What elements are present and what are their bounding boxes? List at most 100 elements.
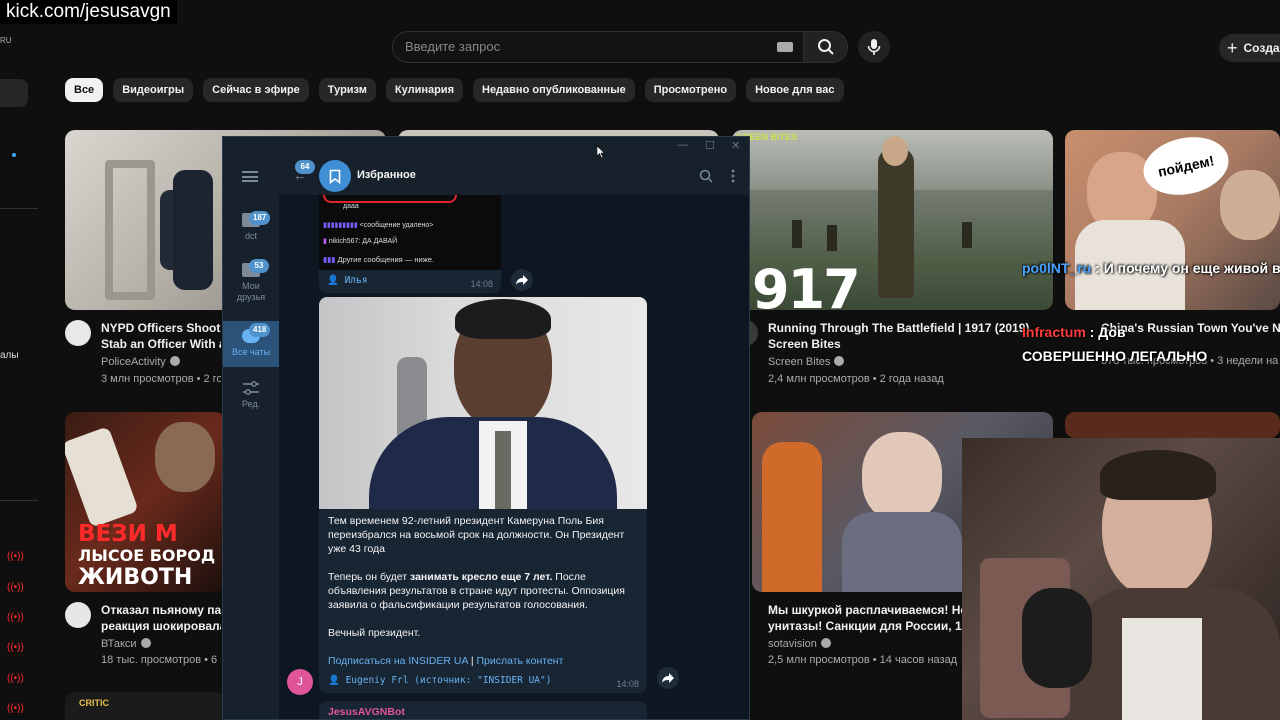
video-title[interactable]: унитазы! Санкции для России, 19 xyxy=(768,618,962,634)
video-title[interactable]: Running Through The Battlefield | 1917 (… xyxy=(768,320,1030,336)
thumbnail-text-line: ЖИВОТН xyxy=(78,565,193,590)
thumbnail-text: ВЕЗИ М ЛЫСОЕ БОРОД ЖИВОТН xyxy=(78,521,215,591)
video-meta: 2,4 млн просмотров • 2 года назад xyxy=(768,373,944,385)
folder-label: dct xyxy=(244,231,257,241)
screenshot-line-text: nikich567: ДА ДАВАЙ xyxy=(328,238,398,245)
keyboard-icon[interactable] xyxy=(777,42,793,52)
chip-video-games[interactable]: Видеоигры xyxy=(113,78,194,102)
mouse-cursor-icon xyxy=(597,146,605,158)
chat-message: po0lNT_ru : И почему он еще живой в 92 xyxy=(1022,256,1280,280)
forwarded-from[interactable]: 👤 Илья xyxy=(327,275,367,286)
thumbnail-text: 917 xyxy=(752,258,861,321)
unread-badge: 418 xyxy=(249,323,271,337)
forwarded-from[interactable]: 👤 Eugeniy Frl (источник: "INSIDER UA") xyxy=(328,675,551,686)
folder-all-chats[interactable]: Все чаты 418 xyxy=(223,321,279,367)
chip-recently-uploaded[interactable]: Недавно опубликованные xyxy=(473,78,635,102)
live-icon[interactable]: ((•)) xyxy=(7,703,24,714)
search-button[interactable] xyxy=(804,31,848,63)
screenshot-line: ▮▮▮▮▮▮▮▮▮ <сообщение удалено> xyxy=(323,222,434,229)
sidebar-item-home[interactable] xyxy=(0,79,28,107)
send-content-link[interactable]: Прислать контент xyxy=(476,655,563,667)
share-button[interactable] xyxy=(511,269,533,291)
verified-icon xyxy=(820,638,831,648)
notification-dot xyxy=(12,153,16,157)
window-titlebar[interactable]: — ☐ ✕ xyxy=(223,137,749,157)
channel-label: sotavision xyxy=(768,638,817,650)
folder-my-friends[interactable]: Мои друзья 53 xyxy=(223,257,279,313)
verified-icon xyxy=(140,638,151,648)
live-icon[interactable]: ((•)) xyxy=(7,642,24,653)
video-title[interactable]: реакция шокировала xyxy=(101,618,221,634)
create-button[interactable]: + Создать xyxy=(1219,34,1280,62)
chip-watched[interactable]: Просмотрено xyxy=(644,78,737,102)
search-icon[interactable] xyxy=(699,169,713,183)
live-icon[interactable]: ((•)) xyxy=(7,612,24,623)
channel-name[interactable]: ВТакси xyxy=(101,638,151,650)
chip-all[interactable]: Все xyxy=(65,78,104,102)
verified-icon xyxy=(169,356,180,366)
bookmark-icon xyxy=(329,169,341,184)
microphone-icon xyxy=(867,39,881,55)
chat-text: Дов xyxy=(1098,324,1126,340)
message-bubble[interactable]: дааа ▮▮▮▮▮▮▮▮▮ <сообщение удалено> ▮ nik… xyxy=(319,195,501,293)
maximize-icon[interactable]: ☐ xyxy=(705,139,715,152)
screenshot-line: ▮▮▮ Другие сообщения — ниже. xyxy=(323,255,434,264)
chip-live[interactable]: Сейчас в эфире xyxy=(203,78,309,102)
channel-avatar[interactable] xyxy=(65,602,91,628)
channel-name[interactable]: PoliceActivity xyxy=(101,356,180,368)
subscribe-link[interactable]: Подписаться на INSIDER UA xyxy=(328,655,468,667)
folder-sidebar: dct 187 Мои друзья 53 Все чаты 418 Ред. xyxy=(223,157,279,719)
video-thumbnail[interactable] xyxy=(1065,412,1280,438)
video-thumbnail[interactable]: CRITIC xyxy=(65,692,225,720)
voice-search-button[interactable] xyxy=(858,31,890,63)
message-time: 14:08 xyxy=(616,679,639,689)
live-icon[interactable]: ((•)) xyxy=(7,582,24,593)
thumbnail-text-line: ВЕЗИ М xyxy=(78,521,178,547)
sidebar-item-channels[interactable]: алы xyxy=(0,350,19,361)
chat-message: СОВЕРШЕННО ЛЕГАЛЬНО xyxy=(1022,348,1208,364)
message-image xyxy=(319,297,647,509)
share-button[interactable] xyxy=(657,667,679,689)
sender-name[interactable]: JesusAVGNBot xyxy=(328,706,405,718)
unread-badge: 64 xyxy=(295,160,315,174)
message-bold-text: занимать кресло еще 7 лет. xyxy=(410,571,553,583)
forwarded-from-name: Eugeniy Frl (источник: "INSIDER UA") xyxy=(345,675,552,686)
forward-icon xyxy=(516,275,528,285)
chip-cooking[interactable]: Кулинария xyxy=(385,78,463,102)
message-paragraph: Тем временем 92-летний президент Камерун… xyxy=(328,515,625,555)
chat-title[interactable]: Избранное xyxy=(357,169,416,181)
message-bubble[interactable]: JesusAVGNBot xyxy=(319,701,647,719)
folder-edit[interactable]: Ред. xyxy=(223,377,279,417)
chat-text: И почему он еще живой в 92 xyxy=(1103,260,1280,276)
saved-messages-avatar[interactable] xyxy=(319,160,351,192)
channel-avatar[interactable] xyxy=(65,320,91,346)
video-title[interactable]: Stab an Officer With a xyxy=(101,336,221,352)
message-bubble[interactable]: Тем временем 92-летний президент Камерун… xyxy=(319,297,647,693)
live-icon[interactable]: ((•)) xyxy=(7,673,24,684)
sender-avatar[interactable]: J xyxy=(287,669,313,695)
folder-dct[interactable]: dct 187 xyxy=(223,207,279,253)
message-paragraph: Теперь он будет занимать кресло еще 7 ле… xyxy=(328,570,640,612)
channel-label: Screen Bites xyxy=(768,356,831,368)
link-separator: | xyxy=(470,655,474,667)
close-icon[interactable]: ✕ xyxy=(731,139,740,152)
chip-new-for-you[interactable]: Новое для вас xyxy=(746,78,844,102)
more-options-icon[interactable] xyxy=(731,169,735,183)
video-title[interactable]: Screen Bites xyxy=(768,336,1030,352)
minimize-icon[interactable]: — xyxy=(677,139,688,151)
live-icon[interactable]: ((•)) xyxy=(7,551,24,562)
video-title[interactable]: Мы шкуркой расплачиваемся! Но xyxy=(768,602,962,618)
chip-tourism[interactable]: Туризм xyxy=(318,78,376,102)
channel-name[interactable]: Screen Bites xyxy=(768,356,845,368)
video-title[interactable]: Отказал пьяному пас xyxy=(101,602,221,618)
video-title[interactable]: NYPD Officers Shoot S xyxy=(101,320,221,336)
verified-icon xyxy=(834,356,845,366)
stream-url-overlay: kick.com/jesusavgn xyxy=(0,0,177,24)
message-paragraph: Вечный президент. xyxy=(328,627,421,639)
screenshot-line-text: <сообщение удалено> xyxy=(359,222,434,229)
thumbnail-label: CRITIC xyxy=(79,698,109,708)
channel-name[interactable]: sotavision xyxy=(768,638,831,650)
menu-icon[interactable] xyxy=(242,171,258,182)
plus-icon: + xyxy=(1227,38,1238,58)
search-input[interactable]: Введите запрос xyxy=(392,31,804,63)
